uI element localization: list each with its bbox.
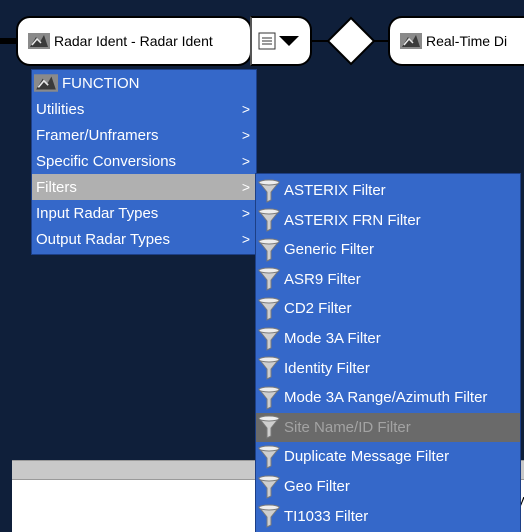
radar-icon [400,33,422,49]
chevron-down-icon [279,36,299,46]
submenu-item-label: ASTERIX Filter [284,182,386,199]
menu-item-label: Input Radar Types [36,204,159,222]
menu-item-output-radar-types[interactable]: Output Radar Types > [32,226,256,252]
submenu-item-identity-filter[interactable]: Identity Filter [256,354,520,383]
submenu-arrow-icon: > [241,101,250,117]
submenu-item-label: TI1033 Filter [284,507,369,525]
menu-item-filters[interactable]: Filters > [32,174,256,200]
menu-header-label: FUNCTION [62,74,140,92]
submenu-item-site-name-id-filter: Site Name/ID Filter [256,412,520,442]
submenu-arrow-icon: > [241,205,250,221]
flow-node-real-time[interactable]: Real-Time Di [388,16,524,66]
submenu-item-asr9-filter[interactable]: ASR9 Filter [256,265,520,294]
connector-left [0,38,16,44]
filter-icon [257,386,281,410]
submenu-item-geo-filter[interactable]: Geo Filter [256,472,520,501]
submenu-item-label: CD2 Filter [284,300,352,318]
decision-diamond[interactable] [326,16,376,66]
menu-item-label: Filters [36,178,77,196]
menu-item-input-radar-types[interactable]: Input Radar Types > [32,200,256,226]
filter-icon [257,356,281,380]
submenu-item-label: Geo Filter [284,478,350,495]
menu-item-label: Framer/Unframers [36,126,159,144]
submenu-item-label: Identity Filter [284,359,370,377]
filter-icon [257,504,281,528]
filter-icon [257,415,281,440]
node-menu-button[interactable] [250,16,312,66]
menu-item-label: Output Radar Types [36,230,170,248]
submenu-item-label: Site Name/ID Filter [284,418,411,436]
submenu-item-ti1033-filter[interactable]: TI1033 Filter [256,502,520,531]
submenu-item-mode-3a-range-azimuth-filter[interactable]: Mode 3A Range/Azimuth Filter [256,383,520,412]
submenu-item-mode-3a-filter[interactable]: Mode 3A Filter [256,324,520,353]
node-label: Real-Time Di [426,33,508,49]
submenu-arrow-icon: > [241,179,250,195]
filters-submenu: ASTERIX Filter ASTERIX FRN Filter Generic … [256,174,520,532]
flow-node-radar-ident[interactable]: Radar Ident - Radar Ident [16,16,252,66]
filter-icon [257,327,281,351]
submenu-item-label: Generic Filter [284,241,375,259]
node-label: Radar Ident - Radar Ident [54,33,213,49]
radar-icon [28,33,50,49]
submenu-item-label: ASR9 Filter [284,270,361,288]
submenu-item-label: Mode 3A Filter [284,330,381,347]
menu-item-label: Specific Conversions [36,152,177,170]
submenu-arrow-icon: > [241,127,250,143]
filter-icon [257,297,281,321]
filter-icon [257,445,281,469]
submenu-item-asterix-frn-filter[interactable]: ASTERIX FRN Filter [256,206,520,235]
menu-header: FUNCTION [32,70,140,96]
submenu-item-label: Mode 3A Range/Azimuth Filter [284,389,488,407]
menu-item-specific-conversions[interactable]: Specific Conversions > [32,148,256,174]
menu-item-utilities[interactable]: Utilities > [32,96,256,122]
workflow-canvas: Radar Ident - Radar Ident Real-Time Di V [0,0,524,532]
submenu-arrow-icon: > [241,153,250,169]
filter-icon [257,267,281,292]
filter-icon [257,179,281,203]
submenu-item-cd2-filter[interactable]: CD2 Filter [256,294,520,323]
menu-item-framer-unframers[interactable]: Framer/Unframers > [32,122,256,148]
submenu-item-label: ASTERIX FRN Filter [284,211,421,229]
submenu-item-duplicate-message-filter[interactable]: Duplicate Message Filter [256,442,520,471]
submenu-item-asterix-filter[interactable]: ASTERIX Filter [256,176,520,205]
radar-icon [34,74,58,92]
list-icon [258,32,276,50]
submenu-item-generic-filter[interactable]: Generic Filter [256,235,520,264]
menu-item-label: Utilities [36,100,85,118]
function-menu: FUNCTION Utilities > Framer/Unframers > … [32,70,256,254]
filter-icon [257,208,281,232]
filter-icon [257,238,281,262]
filter-icon [257,475,281,499]
submenu-item-label: Duplicate Message Filter [284,448,450,466]
submenu-arrow-icon: > [241,231,250,247]
